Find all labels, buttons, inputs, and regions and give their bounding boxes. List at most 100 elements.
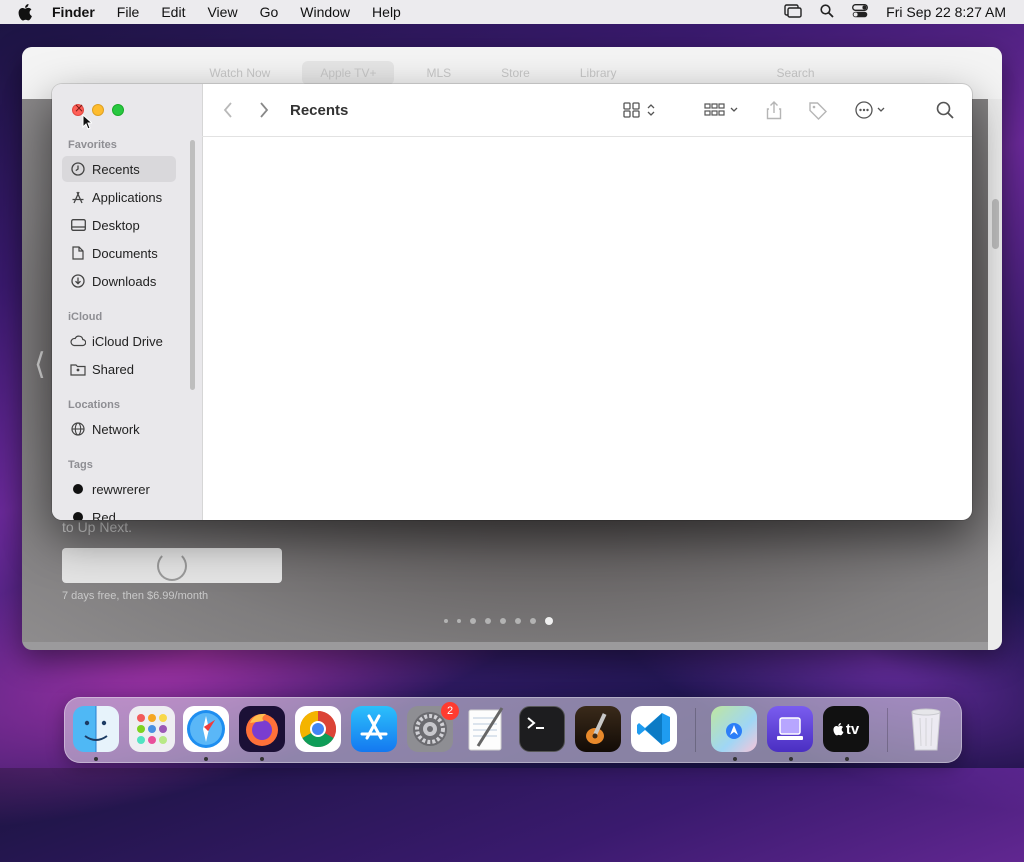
tv-tab-store[interactable]: Store [483,61,548,85]
dock-finder-icon[interactable] [73,706,119,752]
more-actions-button[interactable] [854,100,888,120]
tv-tab-watch-now[interactable]: Watch Now [191,61,288,85]
tv-tab-library[interactable]: Library [562,61,635,85]
share-icon[interactable] [766,100,782,120]
try-it-free-button[interactable] [62,548,282,583]
dock-trash-icon[interactable] [903,706,949,752]
chevron-left-icon[interactable]: ⟨ [34,347,46,382]
price-text: 7 days free, then $6.99/month [62,590,209,602]
file-content-area[interactable] [203,137,972,520]
spotlight-search-icon[interactable] [820,3,834,21]
maximize-window-button[interactable] [112,104,124,116]
dock-firefox-icon[interactable] [239,706,285,752]
sidebar-item-applications[interactable]: Applications [62,184,176,210]
dock-simulator-icon[interactable] [767,706,813,752]
sidebar-item-tag-rewwrerer[interactable]: rewwrerer [62,476,176,502]
dock-running-indicator [789,757,793,761]
dock-textedit-icon[interactable] [463,706,509,752]
sidebar-item-label: Desktop [92,217,140,233]
grid-view-icon [623,102,655,118]
forward-button[interactable] [252,102,276,118]
menu-bar: Finder File Edit View Go Window Help Fri… [0,0,1024,24]
sidebar-section-tags: Tags [68,459,93,471]
dock-running-indicator [204,757,208,761]
menu-window[interactable]: Window [300,4,350,20]
tv-tab-mls[interactable]: MLS [408,61,469,85]
sidebar-item-desktop[interactable]: Desktop [62,212,176,238]
dock-running-indicator [94,757,98,761]
page-indicator[interactable] [444,617,553,625]
page-dot[interactable] [500,618,506,624]
menu-go[interactable]: Go [260,4,279,20]
sidebar-item-recents[interactable]: Recents [62,156,176,182]
dock-app-store-icon[interactable] [351,706,397,752]
sidebar-item-icloud-drive[interactable]: iCloud Drive [62,328,176,354]
dock-chrome-icon[interactable] [295,706,341,752]
menu-view[interactable]: View [207,4,237,20]
ellipsis-circle-icon [855,101,885,119]
dock-safari-icon[interactable] [183,706,229,752]
page-dot[interactable] [444,619,448,623]
menu-clock[interactable]: Fri Sep 22 8:27 AM [886,4,1006,20]
sidebar-item-downloads[interactable]: Downloads [62,268,176,294]
document-icon [70,245,86,261]
dock-terminal-icon[interactable] [519,706,565,752]
sidebar-item-network[interactable]: Network [62,416,176,442]
menu-file[interactable]: File [117,4,140,20]
back-button[interactable] [216,102,240,118]
loading-spinner-icon [157,550,187,581]
minimize-window-button[interactable] [92,104,104,116]
group-icon [704,103,738,116]
sidebar-item-label: Documents [92,245,158,261]
sidebar-item-documents[interactable]: Documents [62,240,176,266]
page-dot[interactable] [515,618,521,624]
tv-tab-apple-tv-plus[interactable]: Apple TV+ [302,61,395,85]
dock-running-indicator [260,757,264,761]
sidebar-scrollbar[interactable] [190,140,195,390]
sidebar-section-locations: Locations [68,399,120,411]
view-mode-button[interactable] [622,101,660,119]
page-dot[interactable] [470,618,476,624]
group-by-button[interactable] [704,101,740,119]
tv-scrollbar[interactable] [988,99,1002,650]
sidebar-section-favorites: Favorites [68,139,117,151]
tv-search-field[interactable]: Search [759,61,833,85]
tag-dot-icon [73,512,83,520]
menu-edit[interactable]: Edit [161,4,185,20]
dock-apple-tv-icon[interactable]: tv [823,706,869,752]
shared-folder-icon [70,361,86,377]
dock-separator [887,708,888,752]
control-center-icon[interactable] [852,3,869,21]
up-next-text: to Up Next. [62,519,133,535]
screen-mirroring-icon[interactable] [784,3,802,21]
page-dot-active[interactable] [545,617,553,625]
sidebar-section-icloud: iCloud [68,311,103,323]
page-dot[interactable] [530,618,536,624]
page-dot[interactable] [485,618,491,624]
sidebar-item-label: rewwrerer [92,481,150,497]
menu-help[interactable]: Help [372,4,401,20]
cloud-icon [70,333,86,349]
dock: 2 tv [64,697,962,763]
clock-icon [70,161,86,177]
dock-vscode-icon[interactable] [631,706,677,752]
dock-maps-icon[interactable] [711,706,757,752]
finder-sidebar: Favorites Recents Applications Desktop D… [52,84,203,520]
tag-icon[interactable] [808,100,828,120]
dock-launchpad-icon[interactable] [129,706,175,752]
finder-toolbar: Recents [202,84,972,137]
dock-garageband-icon[interactable] [575,706,621,752]
sidebar-item-tag-red[interactable]: Red [62,504,176,520]
apple-menu-icon[interactable] [18,3,36,21]
sidebar-item-label: Network [92,421,140,437]
desktop-icon [70,217,86,233]
window-title: Recents [290,101,349,119]
tag-dot-icon [73,484,83,494]
sidebar-item-label: Red [92,509,116,521]
menu-app-name[interactable]: Finder [52,4,95,20]
sidebar-item-shared[interactable]: Shared [62,356,176,382]
finder-window: Favorites Recents Applications Desktop D… [52,84,972,520]
search-icon[interactable] [936,101,954,119]
page-dot[interactable] [457,619,461,623]
tv-app-label: tv [845,720,860,738]
